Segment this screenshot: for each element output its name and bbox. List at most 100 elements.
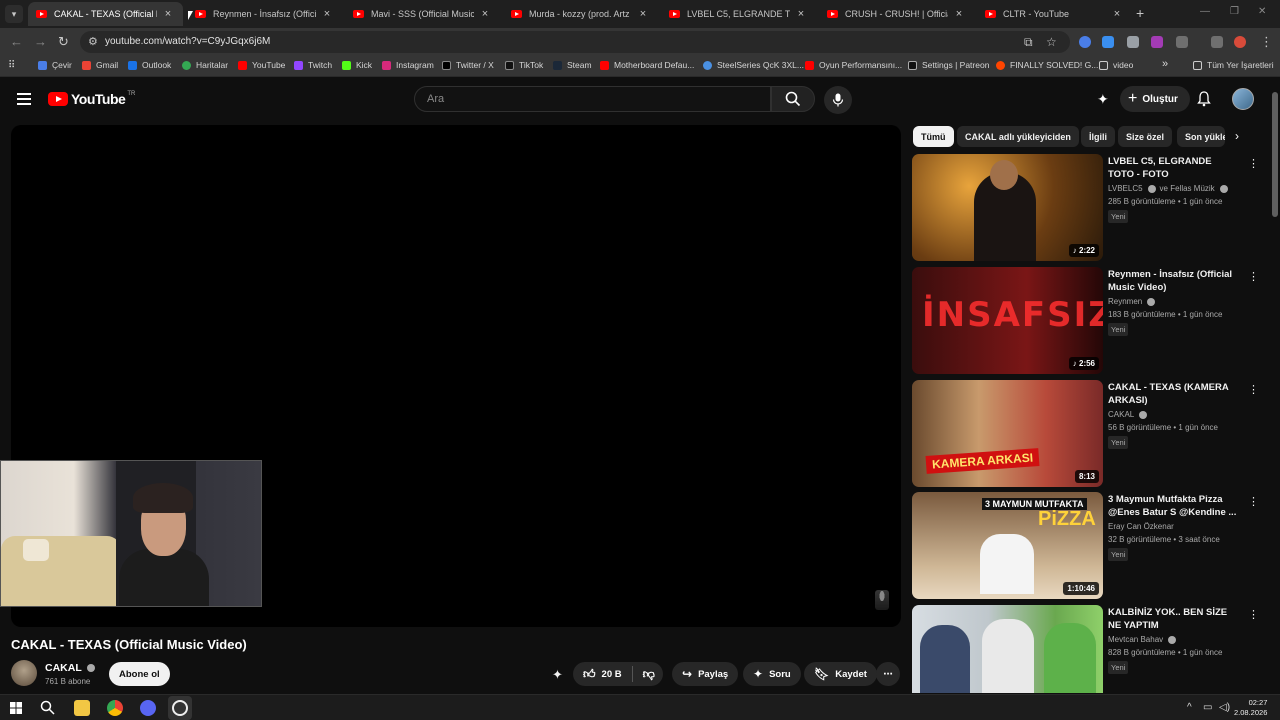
close-window-icon[interactable]: ✕ (1258, 6, 1266, 17)
browser-tab-7[interactable]: CLTR - YouTube × (977, 2, 1132, 26)
chip-related[interactable]: İlgili (1081, 126, 1115, 147)
install-app-icon[interactable]: ⧉ (1024, 35, 1033, 50)
voice-search-button[interactable] (824, 86, 852, 114)
recommendation-channel[interactable]: Mevtcan Bahav (1108, 635, 1177, 644)
recommendation-title[interactable]: LVBEL C5, ELGRANDE TOTO - FOTO (1108, 155, 1240, 181)
url-text[interactable]: youtube.com/watch?v=C9yJGqx6j6M (105, 36, 270, 47)
recommendation-title[interactable]: 3 Maymun Mutfakta Pizza @Enes Batur S @K… (1108, 493, 1240, 519)
browser-tab-3[interactable]: Mavi - SSS (Official Music Vide × (345, 2, 500, 26)
browser-tab-4[interactable]: Murda - kozzy (prod. Artz & Bu × (503, 2, 658, 26)
bookmark-item[interactable]: YouTube (238, 60, 285, 70)
recommendation-channel[interactable]: CAKAL (1108, 410, 1148, 419)
bookmark-item[interactable]: Steam (553, 60, 592, 70)
more-vertical-icon[interactable]: ⋮ (1248, 157, 1259, 170)
all-bookmarks-folder[interactable]: Tüm Yer İşaretleri (1193, 60, 1274, 70)
bookmark-item[interactable]: Twitch (294, 60, 332, 70)
like-icon[interactable]: 👍︎ (583, 667, 596, 682)
share-button[interactable]: ↪ Paylaş (672, 662, 739, 686)
bookmark-item[interactable]: Çevir (38, 60, 72, 70)
address-bar[interactable]: ⚙ youtube.com/watch?v=C9yJGqx6j6M ⧉ ☆ (80, 31, 1070, 53)
chip-recently-uploaded[interactable]: Son yükle (1177, 126, 1225, 147)
extension-4-icon[interactable] (1151, 36, 1163, 48)
subscribe-button[interactable]: Abone ol (109, 662, 170, 686)
account-avatar[interactable] (1232, 88, 1254, 110)
chevron-right-icon[interactable]: › (1235, 129, 1239, 143)
minimize-icon[interactable]: — (1200, 6, 1210, 17)
extension-2-icon[interactable] (1102, 36, 1114, 48)
chip-for-you[interactable]: Size özel (1118, 126, 1173, 147)
bookmarks-overflow-icon[interactable]: » (1162, 58, 1168, 70)
search-input[interactable]: Ara (414, 86, 771, 112)
reading-list-icon[interactable] (1211, 36, 1223, 48)
bookmark-item[interactable]: Instagram (382, 60, 434, 70)
recommendation-channel[interactable]: Reynmen (1108, 297, 1156, 306)
tab-close-icon[interactable]: × (636, 8, 650, 20)
system-clock[interactable]: 02:27 2.08.2026 (1234, 698, 1267, 718)
recommendation-item[interactable]: KALBİNİZ YOK.. BEN SİZE NE YAPTIM Mevtca… (912, 605, 1272, 693)
video-thumbnail[interactable]: KAMERA ARKASI 8:13 (912, 380, 1103, 487)
video-thumbnail[interactable]: İNSAFSIZ ♪ 2:56 (912, 267, 1103, 374)
bookmark-folder[interactable]: video (1099, 60, 1133, 70)
chrome-icon[interactable] (107, 700, 123, 716)
tab-close-icon[interactable]: × (1110, 8, 1124, 20)
extensions-puzzle-icon[interactable] (1176, 36, 1188, 48)
more-vertical-icon[interactable]: ⋮ (1248, 495, 1259, 508)
tab-close-icon[interactable]: × (161, 8, 175, 20)
browser-tab-5[interactable]: LVBEL C5, ELGRANDE TOTO - FO × (661, 2, 816, 26)
tab-close-icon[interactable]: × (478, 8, 492, 20)
recommendation-title[interactable]: KALBİNİZ YOK.. BEN SİZE NE YAPTIM (1108, 606, 1240, 632)
cast-star-icon[interactable]: ✦ (1097, 91, 1109, 108)
recommendation-title[interactable]: Reynmen - İnsafsız (Official Music Video… (1108, 268, 1240, 294)
more-vertical-icon[interactable]: ⋮ (1248, 270, 1259, 283)
taskbar-search-icon[interactable] (40, 700, 55, 715)
video-thumbnail[interactable] (912, 605, 1103, 693)
new-tab-icon[interactable]: + (1136, 5, 1144, 21)
ask-button[interactable]: ✦ Soru (743, 662, 801, 686)
apps-grid-icon[interactable]: ⠿ (8, 60, 15, 71)
bookmark-item[interactable]: TikTok (505, 60, 543, 70)
discord-icon[interactable] (140, 700, 156, 716)
site-info-icon[interactable]: ⚙ (88, 35, 98, 48)
video-thumbnail[interactable]: ♪ 2:22 (912, 154, 1103, 261)
browser-tab-1[interactable]: CAKAL - TEXAS (Official Music V × (28, 2, 183, 26)
tab-close-icon[interactable]: × (320, 8, 334, 20)
like-count[interactable]: 20 B (602, 669, 622, 680)
volume-icon[interactable]: ◁) (1219, 702, 1230, 713)
bookmark-item[interactable]: FINALLY SOLVED! G... (996, 60, 1098, 70)
browser-tab-6[interactable]: CRUSH - CRUSH! | Official Music × (819, 2, 974, 26)
more-vertical-icon[interactable]: ⋮ (1248, 383, 1259, 396)
channel-avatar[interactable] (11, 660, 37, 686)
browser-tab-2[interactable]: Reynmen - İnsafsız (Official Mu × (187, 2, 342, 26)
create-button[interactable]: + Oluştur (1120, 86, 1190, 112)
browser-menu-icon[interactable]: ⋮ (1260, 34, 1273, 50)
tab-search-icon[interactable]: ▾ (5, 5, 23, 23)
restore-icon[interactable]: ❐ (1230, 6, 1239, 17)
menu-icon[interactable] (17, 93, 31, 105)
notifications-bell-icon[interactable] (1197, 91, 1211, 107)
recommendation-channel[interactable]: LVBELC5 ve Fellas Müzik (1108, 184, 1228, 193)
page-scrollbar[interactable] (1272, 92, 1278, 217)
bookmark-item[interactable]: Gmail (82, 60, 118, 70)
recommendation-channel[interactable]: Eray Can Özkenar (1108, 522, 1174, 531)
chip-from-uploader[interactable]: CAKAL adlı yükleyiciden (957, 126, 1079, 147)
bookmark-item[interactable]: Kick (342, 60, 372, 70)
tray-chevron-icon[interactable]: ^ (1187, 702, 1192, 713)
bookmark-item[interactable]: Motherboard Defau... (600, 60, 694, 70)
recommendation-item[interactable]: İNSAFSIZ ♪ 2:56 Reynmen - İnsafsız (Offi… (912, 267, 1272, 375)
save-button[interactable]: 🔖︎ Kaydet (804, 662, 877, 686)
extension-3-icon[interactable] (1127, 36, 1139, 48)
bookmark-item[interactable]: SteelSeries QcK 3XL... (703, 60, 804, 70)
bookmark-item[interactable]: Outlook (128, 60, 171, 70)
bookmark-item[interactable]: Oyun Performansını... (805, 60, 902, 70)
back-icon[interactable]: ← (10, 34, 23, 49)
file-explorer-icon[interactable] (74, 700, 90, 716)
bookmark-item[interactable]: Twitter / X (442, 60, 494, 70)
profile-icon[interactable] (1234, 36, 1246, 48)
hype-star-icon[interactable]: ✦ (552, 667, 563, 683)
more-vertical-icon[interactable]: ⋮ (1248, 608, 1259, 621)
chip-all[interactable]: Tümü (913, 126, 954, 147)
recommendation-title[interactable]: CAKAL - TEXAS (KAMERA ARKASI) (1108, 381, 1240, 407)
bookmark-star-icon[interactable]: ☆ (1046, 35, 1057, 49)
reload-icon[interactable]: ↻ (58, 34, 69, 50)
bookmark-item[interactable]: Settings | Patreon (908, 60, 989, 70)
